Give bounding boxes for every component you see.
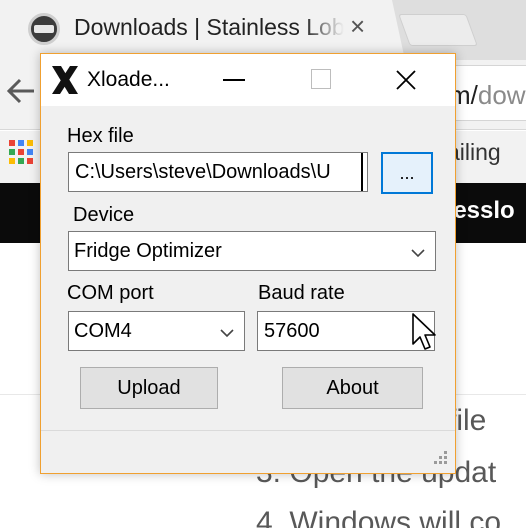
chevron-down-icon [411,249,425,258]
baud-rate-field[interactable]: 57600 [257,311,435,351]
device-label: Device [73,204,135,226]
baud-rate-value: 57600 [264,320,320,342]
mouse-pointer-icon [412,313,436,350]
device-value: Fridge Optimizer [74,240,222,262]
chevron-down-icon [220,329,234,338]
back-arrow-icon[interactable] [4,74,38,114]
window-title: Xloade... [87,68,170,91]
xloader-window: Xloade... Hex file C:\Users\steve\Downlo… [40,53,456,474]
minimize-button[interactable] [211,54,257,106]
hex-file-field[interactable]: C:\Users\steve\Downloads\U [68,152,368,192]
close-button[interactable] [383,54,429,106]
hex-file-value: C:\Users\steve\Downloads\U [75,161,331,183]
apps-grid-icon[interactable] [9,140,33,164]
upload-button[interactable]: Upload [80,367,218,409]
baud-rate-label: Baud rate [258,282,345,304]
tab-title: Downloads | Stainless Lobster [74,14,344,40]
browse-button[interactable]: ... [381,152,433,194]
about-button[interactable]: About [282,367,423,409]
browser-tabstrip: Downloads | Stainless Lobster × [0,0,526,60]
browser-tab-downloads[interactable]: Downloads | Stainless Lobster × [0,0,405,60]
com-port-value: COM4 [74,320,132,342]
device-select[interactable]: Fridge Optimizer [68,231,436,271]
url-text: m/dow [449,80,526,110]
maximize-button[interactable] [297,54,343,106]
title-bar[interactable]: Xloade... [41,54,455,106]
stainless-lobster-favicon-icon [28,13,60,45]
com-port-label: COM port [67,282,154,304]
new-tab-button[interactable] [398,14,478,46]
close-icon [396,70,416,90]
xloader-x-icon [52,66,78,94]
hex-file-label: Hex file [67,125,134,147]
tab-close-icon[interactable]: × [350,13,365,39]
resize-grip-icon[interactable] [430,449,448,467]
content-text-line: 4. Windows will co [256,506,502,528]
status-bar [41,430,455,473]
com-port-select[interactable]: COM4 [68,311,245,351]
